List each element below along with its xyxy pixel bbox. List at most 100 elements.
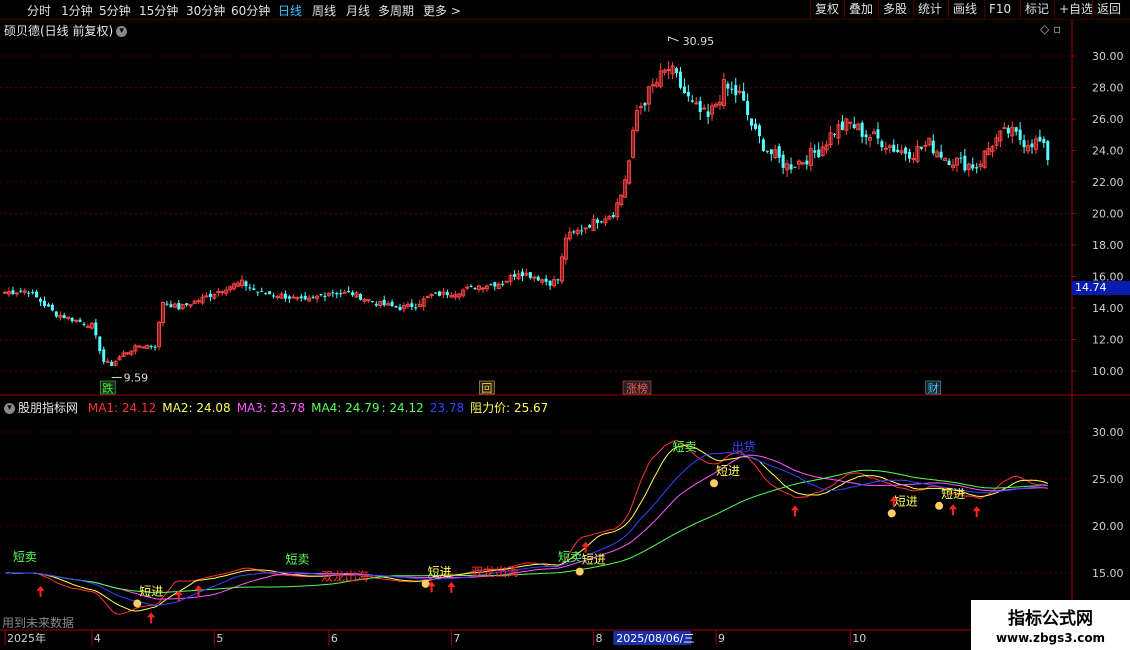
candle-body xyxy=(1002,127,1007,130)
candle-body xyxy=(971,164,975,169)
indicator-tick-label: 25.00 xyxy=(1092,473,1124,486)
candle-body xyxy=(702,107,707,110)
candle-body xyxy=(1046,141,1050,160)
candle-body xyxy=(480,287,485,290)
candle-body xyxy=(105,360,110,363)
indicator-ma2: MA2: 24.08 xyxy=(162,401,231,415)
candle-body xyxy=(252,288,256,290)
candle-body xyxy=(359,294,362,300)
candle-body xyxy=(690,100,694,102)
candle-body xyxy=(469,285,473,287)
candle-body xyxy=(27,292,31,294)
watermark: 指标公式网 www.zbgs3.com xyxy=(971,600,1130,650)
indicator-name: 股朋指标网 xyxy=(18,401,79,415)
candle-body xyxy=(638,105,643,108)
up-arrow-icon xyxy=(447,581,456,593)
up-arrow-icon xyxy=(581,541,590,553)
candle-body xyxy=(686,91,690,97)
stock-chart[interactable]: 30.0028.0026.0024.0022.0020.0018.0016.00… xyxy=(0,0,1130,650)
candle-body xyxy=(165,303,169,305)
candle-body xyxy=(528,272,532,278)
ma-line-blue xyxy=(4,452,1048,606)
candle-body xyxy=(923,144,928,147)
candle-body xyxy=(283,293,287,299)
watermark-title: 指标公式网 xyxy=(1008,609,1093,629)
chevron-down-icon[interactable]: ▾ xyxy=(116,26,128,37)
candle-body xyxy=(694,102,699,105)
candle-body xyxy=(272,295,276,297)
signal-label: 短卖 xyxy=(558,550,582,564)
candle-body xyxy=(43,300,46,307)
candle-body xyxy=(220,291,225,294)
candle-body xyxy=(793,166,797,168)
price-tick-label: 14.00 xyxy=(1092,302,1124,315)
candle-body xyxy=(734,85,738,96)
candle-body xyxy=(931,140,935,154)
candle-body xyxy=(335,293,339,295)
signal-label: 短进 xyxy=(428,565,452,579)
indicator-tick-label: 20.00 xyxy=(1092,520,1124,533)
price-tick-label: 30.00 xyxy=(1092,50,1124,63)
last-price-tag: 14.74 xyxy=(1072,281,1130,295)
price-tick-label: 24.00 xyxy=(1092,145,1124,158)
candle-body xyxy=(62,315,66,319)
date-label: 4 xyxy=(94,632,101,645)
candle-body xyxy=(580,230,584,232)
candle-body xyxy=(94,322,98,336)
candle-body xyxy=(643,102,647,106)
candle-body xyxy=(70,318,74,322)
candle-body xyxy=(754,123,757,129)
candle-body xyxy=(520,271,524,277)
candle-body xyxy=(730,88,734,90)
candle-body xyxy=(548,280,552,286)
candle-body xyxy=(196,300,201,303)
indicator-ma4: MA4: 24.79 xyxy=(311,401,380,415)
candle-body xyxy=(390,301,394,306)
candle-body xyxy=(532,276,537,279)
signal-label: 短进 xyxy=(894,494,918,508)
indicator-menu-icon[interactable]: ▾ xyxy=(4,403,15,414)
candle-body xyxy=(726,83,730,89)
candle-body xyxy=(268,291,272,295)
candle-body xyxy=(848,121,853,124)
indicator-title: ▾ 股朋指标网 MA1: 24.12 MA2: 24.08 MA3: 23.78 MA4… xyxy=(4,399,554,416)
corner-icons[interactable]: ◇ ▫ xyxy=(1040,22,1061,36)
candle-body xyxy=(414,307,418,309)
candle-body xyxy=(85,325,90,328)
signal-label: 双龙出海 xyxy=(321,569,369,584)
signal-label: 短卖 xyxy=(285,553,309,567)
candle-body xyxy=(339,293,343,295)
candle-body xyxy=(1022,140,1026,148)
hand-pointer-icon xyxy=(935,501,944,510)
candle-body xyxy=(256,291,260,293)
candle-body xyxy=(883,147,888,150)
candle-body xyxy=(536,276,540,281)
candle-body xyxy=(410,303,414,307)
candle-body xyxy=(501,283,505,285)
indicator-resistance: 阻力价: 25.67 xyxy=(470,401,549,415)
stock-title-text: 硕贝德(日线 前复权) xyxy=(4,24,114,38)
candle-body xyxy=(110,361,114,366)
candle-body xyxy=(434,292,438,294)
event-marker-label: 涨榜 xyxy=(626,381,648,395)
candle-body xyxy=(291,296,296,299)
candle-body xyxy=(366,299,371,302)
signal-label: 双龙出海 xyxy=(471,564,519,579)
candle-body xyxy=(35,291,39,298)
signal-label: 短进 xyxy=(139,585,163,599)
candle-body xyxy=(596,219,599,223)
candle-body xyxy=(11,290,15,294)
candle-body xyxy=(769,149,773,155)
candle-body xyxy=(14,292,19,295)
candle-body xyxy=(1006,127,1010,134)
candle-body xyxy=(513,274,517,277)
date-label: 9 xyxy=(718,632,725,645)
candle-body xyxy=(761,139,765,151)
candle-body xyxy=(299,296,303,299)
date-label: 10 xyxy=(852,632,866,645)
candle-body xyxy=(493,282,497,287)
low-price-label: 9.59 xyxy=(124,371,148,384)
candle-body xyxy=(82,323,86,325)
candle-body xyxy=(260,290,264,292)
signal-label: 短卖 xyxy=(673,440,697,454)
